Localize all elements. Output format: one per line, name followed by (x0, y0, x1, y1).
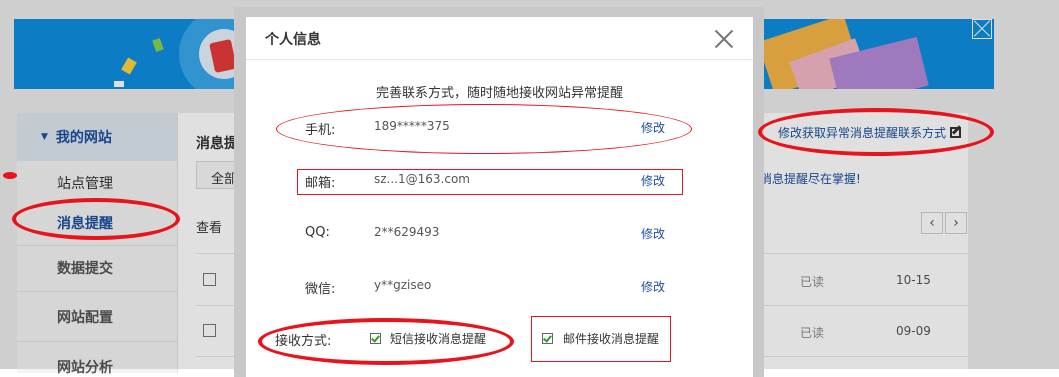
wechat-label: 微信: (305, 282, 336, 297)
wechat-value: y**gziseo (374, 278, 432, 292)
annotation-ellipse (258, 318, 514, 365)
dialog-header: 个人信息 (246, 17, 753, 60)
qq-label: QQ: (305, 225, 330, 240)
annotation-dot (3, 172, 17, 179)
annotation-ellipse (276, 104, 692, 154)
dialog-title: 个人信息 (265, 32, 321, 48)
close-icon[interactable] (714, 29, 734, 49)
annotation-rect (531, 316, 671, 362)
qq-edit-link[interactable]: 修改 (641, 225, 665, 242)
annotation-rect (297, 169, 683, 195)
annotation-ellipse (12, 198, 180, 240)
qq-value: 2**629493 (374, 225, 440, 239)
dialog-subtitle: 完善联系方式，随时随地接收网站异常提醒 (375, 86, 623, 101)
wechat-edit-link[interactable]: 修改 (641, 278, 665, 295)
annotation-ellipse (758, 108, 994, 156)
